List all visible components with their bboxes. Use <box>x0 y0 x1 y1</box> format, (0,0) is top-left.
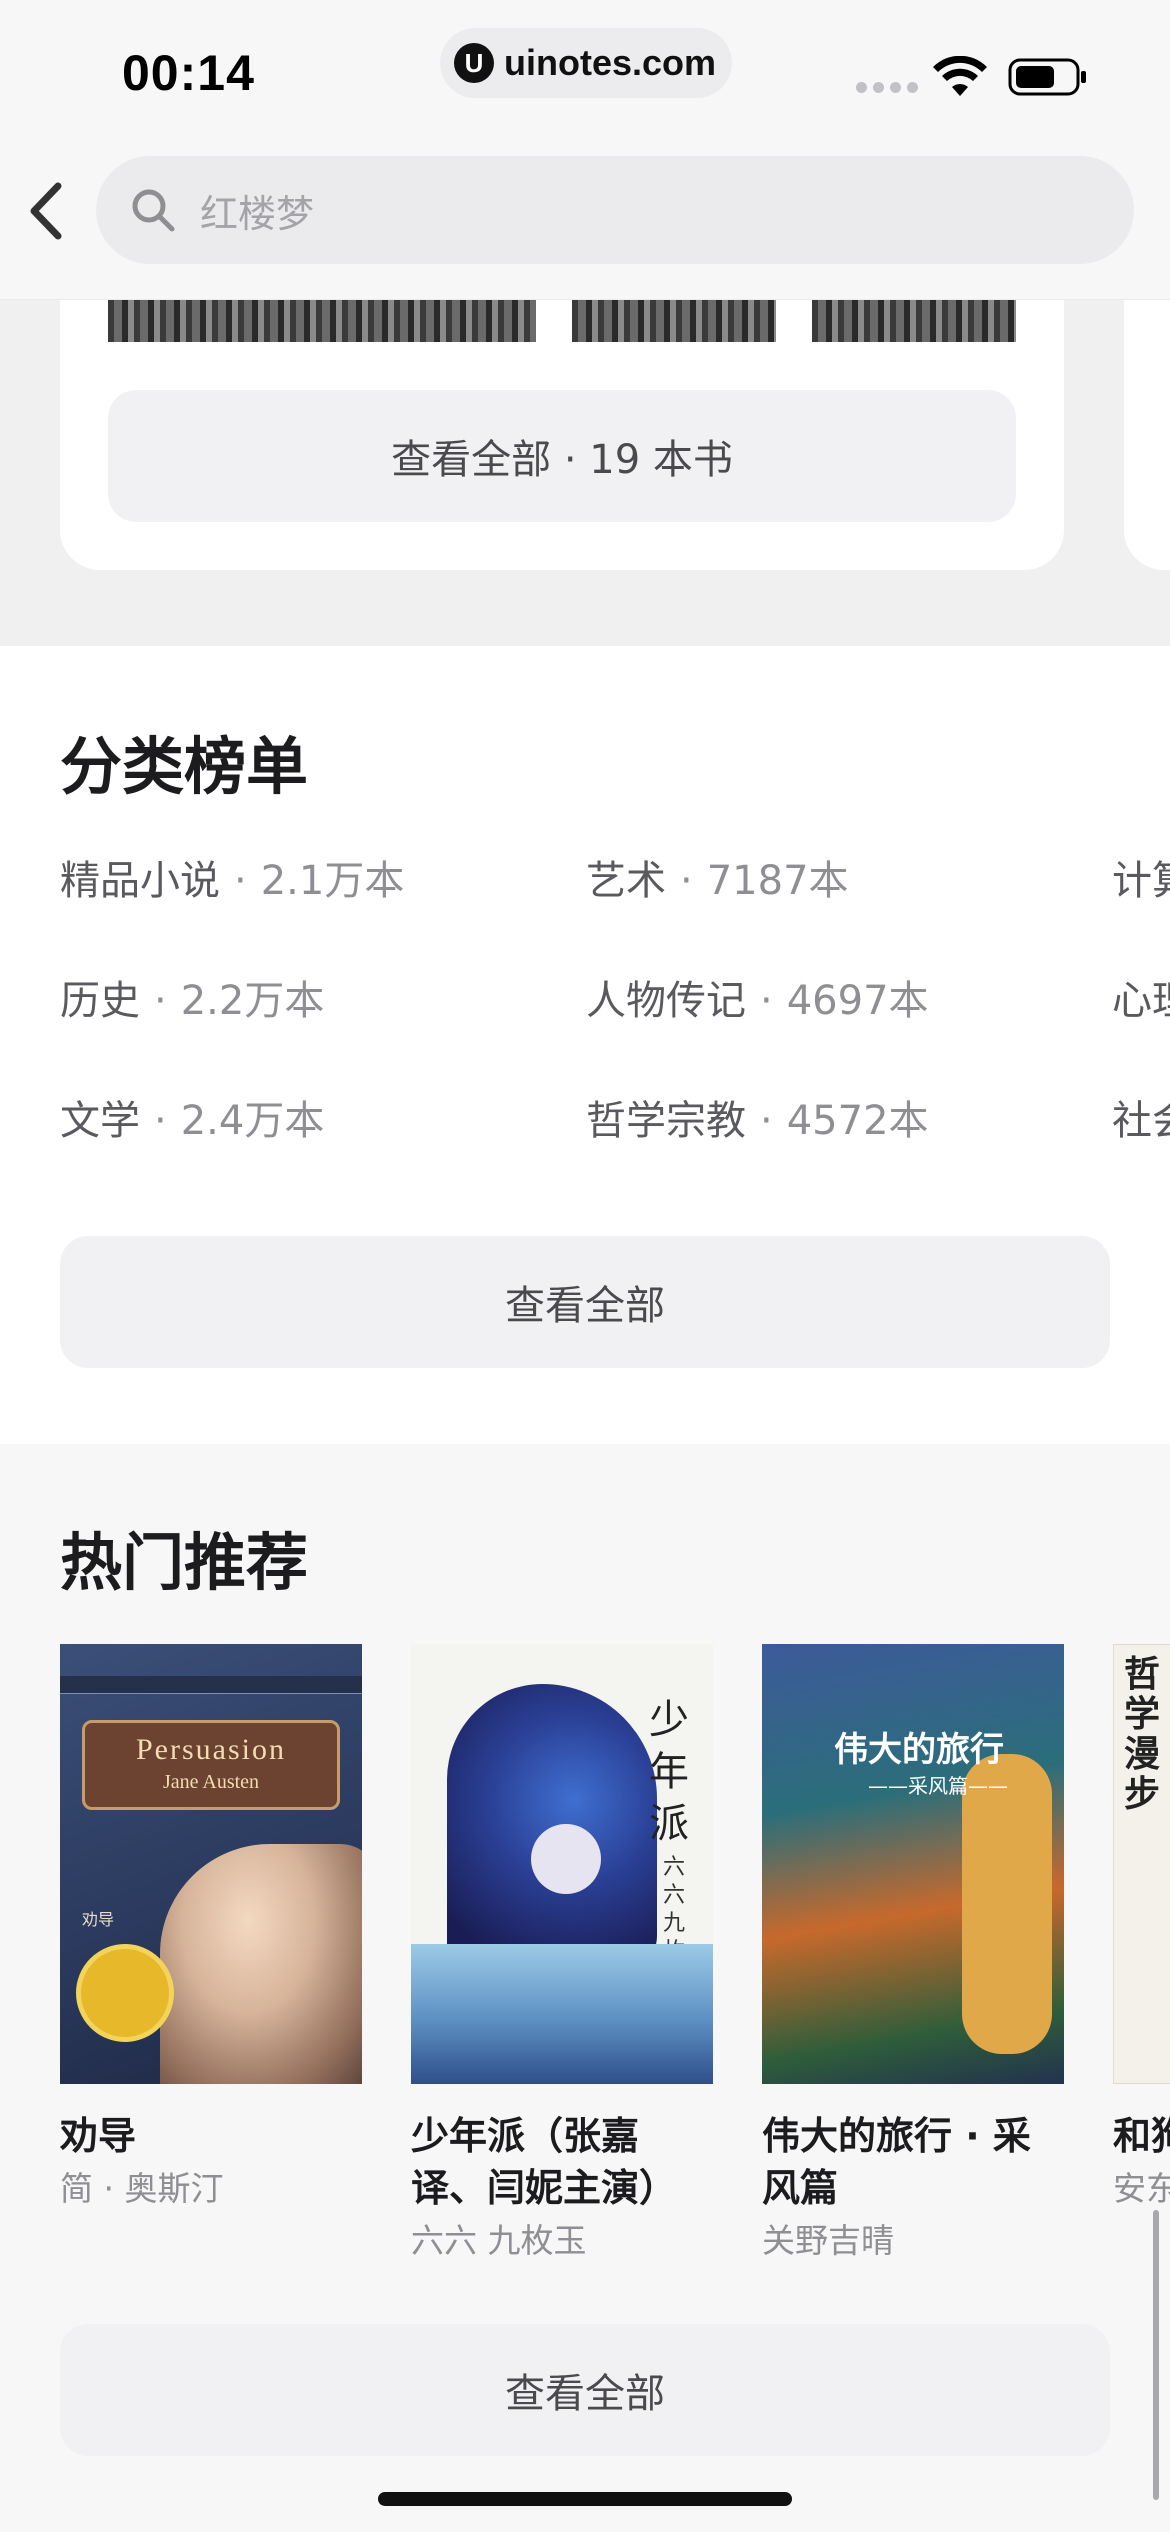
site-logo-icon: U <box>454 43 494 83</box>
booklist-card[interactable]: 查看全部 · 19 本书 <box>60 300 1064 570</box>
cover-subtitle: ——采风篇—— <box>868 1774 1008 1798</box>
book-cover[interactable]: 少年派 六六 九枚玉 <box>411 1644 713 2084</box>
cellular-signal-icon <box>856 82 918 93</box>
book-title: 劝导 <box>60 2114 137 2158</box>
category-item[interactable]: 社会 <box>1112 1088 1170 1146</box>
category-item[interactable]: 计算 <box>1112 848 1170 906</box>
cover-title: Persuasion <box>136 1733 286 1766</box>
hot-recommendations-section: 热门推荐 Persuasion Jane Austen 劝导 劝导 简 · 奥斯… <box>0 1444 1170 2532</box>
book-author: 关野吉晴 <box>762 2221 894 2260</box>
view-all-categories-button[interactable]: 查看全部 <box>60 1236 1110 1368</box>
booklist-image <box>812 300 1016 342</box>
cover-author: Jane Austen <box>162 1771 260 1793</box>
category-rankings-section: 分类榜单 精品小说·2.1万本 艺术·7187本 计算 历史·2.2万本 人物传… <box>0 646 1170 1444</box>
status-time: 00:14 <box>122 45 255 101</box>
cover-small-title: 劝导 <box>82 1910 115 1929</box>
cover-title: 哲学漫步 <box>1124 1654 1161 1815</box>
category-item[interactable]: 哲学宗教 · 4572本 <box>586 1088 929 1146</box>
home-indicator[interactable] <box>378 2492 792 2506</box>
book-card[interactable]: Persuasion Jane Austen 劝导 劝导 简 · 奥斯汀 <box>60 1644 362 2212</box>
back-arrow-icon[interactable] <box>20 176 72 246</box>
booklist-carousel: 查看全部 · 19 本书 <box>0 300 1170 646</box>
book-card[interactable]: 伟大的旅行 ——采风篇—— 伟大的旅行 · 采风篇 关野吉晴 <box>762 1644 1064 2264</box>
category-item[interactable]: 艺术 · 7187本 <box>586 848 849 906</box>
url-text: uinotes.com <box>504 42 717 83</box>
booklist-image <box>572 300 776 342</box>
category-item[interactable]: 文学 · 2.4万本 <box>60 1088 324 1146</box>
award-medal-icon <box>76 1944 174 2042</box>
book-author: 安东 <box>1113 2169 1170 2208</box>
status-bar: 00:14 U uinotes.com <box>0 0 1170 150</box>
section-title: 分类榜单 <box>60 730 309 803</box>
book-cover[interactable]: 伟大的旅行 ——采风篇—— <box>762 1644 1064 2084</box>
book-title: 和狗学漫 <box>1113 2114 1170 2158</box>
book-card[interactable]: 哲学漫步 和狗学漫 安东 <box>1113 1644 1170 2212</box>
scrollbar[interactable] <box>1153 2210 1159 2500</box>
wifi-icon <box>933 56 987 96</box>
search-placeholder: 红楼梦 <box>200 191 315 236</box>
view-all-books-button[interactable]: 查看全部 · 19 本书 <box>108 390 1016 522</box>
book-title: 伟大的旅行 · 采风篇 <box>762 2114 1031 2210</box>
section-title: 热门推荐 <box>60 1526 309 1599</box>
book-card[interactable]: 少年派 六六 九枚玉 少年派（张嘉译、闫妮主演） 六六 九枚玉 <box>411 1644 713 2264</box>
url-pill[interactable]: U uinotes.com <box>440 28 732 98</box>
booklist-image <box>108 300 536 342</box>
book-author: 六六 九枚玉 <box>411 2221 587 2260</box>
nav-bar: 红楼梦 <box>0 150 1170 300</box>
search-icon <box>132 189 175 232</box>
battery-icon <box>1008 58 1086 96</box>
cover-title: 伟大的旅行 <box>834 1730 1004 1770</box>
category-item[interactable]: 历史 · 2.2万本 <box>60 968 324 1026</box>
book-cover[interactable]: 哲学漫步 <box>1113 1644 1170 2084</box>
search-input[interactable]: 红楼梦 <box>96 156 1134 264</box>
cover-title: 少年派 <box>649 1697 689 1847</box>
category-item[interactable]: 精品小说 · 2.1万本 <box>60 848 404 906</box>
category-item[interactable]: 心理 <box>1112 968 1170 1026</box>
book-author: 简 · 奥斯汀 <box>60 2169 224 2208</box>
book-title: 少年派（张嘉译、闫妮主演） <box>411 2114 678 2210</box>
category-item[interactable]: 人物传记 · 4697本 <box>586 968 929 1026</box>
book-cover[interactable]: Persuasion Jane Austen 劝导 <box>60 1644 362 2084</box>
view-all-recommendations-button[interactable]: 查看全部 <box>60 2324 1110 2456</box>
booklist-card-next[interactable] <box>1124 300 1170 570</box>
